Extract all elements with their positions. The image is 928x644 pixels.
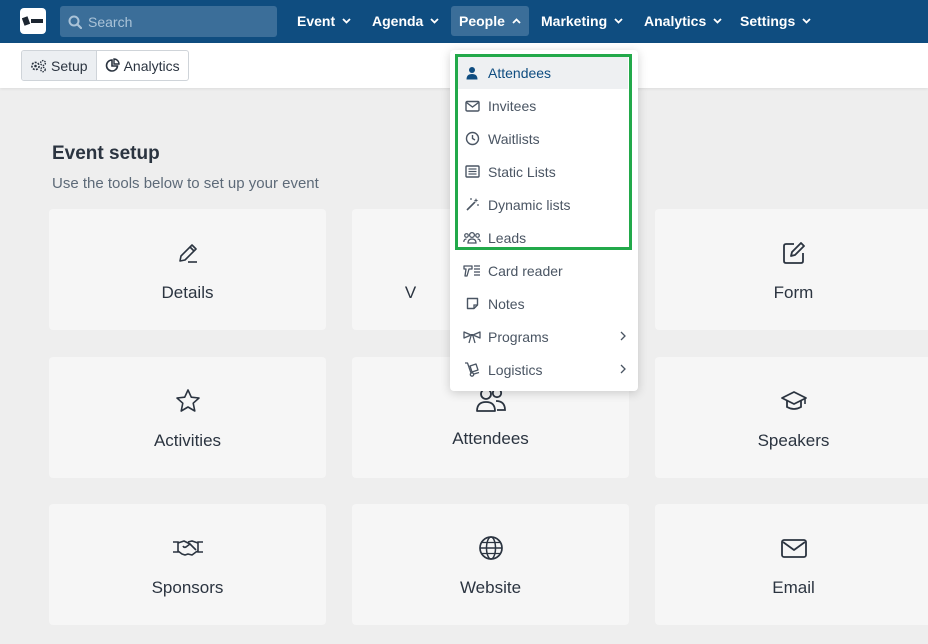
card-speakers[interactable]: Speakers [655, 357, 928, 478]
card-details-label: Details [161, 283, 214, 302]
card-email[interactable]: Email [655, 504, 928, 625]
menu-item-invitees-label: Invitees [488, 97, 537, 114]
menu-item-waitlists[interactable]: Waitlists [450, 122, 638, 155]
chevron-up-icon [512, 18, 521, 24]
note-icon [466, 297, 478, 310]
top-navigation-bar: Event Agenda People Marketing Analytics … [0, 0, 928, 43]
card-email-label: Email [772, 578, 815, 597]
pie-chart-icon [105, 58, 120, 72]
globe-icon [478, 536, 503, 560]
chevron-down-icon [802, 18, 811, 24]
star-icon [175, 389, 200, 412]
clock-icon [465, 131, 479, 146]
nav-settings[interactable]: Settings [732, 6, 819, 36]
card-website[interactable]: Website [352, 504, 629, 625]
menu-item-invitees[interactable]: Invitees [450, 89, 638, 122]
view-toggle: Setup Analytics [21, 50, 189, 81]
page-subtitle: Use the tools below to set up your event [52, 175, 319, 192]
menu-item-attendees-label: Attendees [488, 64, 552, 81]
nav-event[interactable]: Event [289, 6, 359, 36]
chevron-right-icon [620, 364, 626, 374]
nav-marketing-label: Marketing [541, 13, 608, 29]
card-website-label: Website [459, 578, 522, 597]
chevron-right-icon [620, 331, 626, 341]
gears-icon [31, 59, 47, 72]
chevron-down-icon [713, 18, 722, 24]
page-title: Event setup [52, 143, 160, 164]
card-attendees-label: Attendees [452, 429, 529, 448]
logo-icon [22, 16, 43, 26]
graduation-cap-icon [780, 391, 807, 410]
menu-item-leads-label: Leads [488, 229, 527, 246]
app-logo[interactable] [20, 8, 46, 34]
ribbon-icon [463, 330, 481, 343]
user-icon [466, 66, 478, 79]
menu-item-leads[interactable]: Leads [450, 221, 638, 254]
pencil-icon [178, 244, 197, 263]
card-reader-icon [463, 264, 480, 277]
chevron-down-icon [430, 18, 439, 24]
menu-item-notes-label: Notes [488, 295, 525, 312]
menu-item-static-lists[interactable]: Static Lists [450, 155, 638, 188]
menu-item-programs-label: Programs [488, 328, 549, 345]
menu-item-static-lists-label: Static Lists [488, 163, 556, 180]
card-activities[interactable]: Activities [49, 357, 326, 478]
tab-analytics[interactable]: Analytics [95, 51, 188, 80]
menu-item-logistics[interactable]: Logistics [450, 353, 638, 386]
nav-settings-label: Settings [740, 13, 796, 29]
nav-marketing[interactable]: Marketing [533, 6, 631, 36]
nav-people-label: People [459, 13, 505, 29]
card-sponsors-label: Sponsors [151, 578, 224, 597]
search-icon [68, 15, 82, 29]
tab-analytics-label: Analytics [123, 57, 180, 74]
magic-wand-icon [465, 198, 479, 211]
nav-event-label: Event [297, 13, 336, 29]
menu-item-notes[interactable]: Notes [450, 287, 638, 320]
tab-setup-label: Setup [51, 57, 88, 74]
card-hidden-label: V [404, 283, 417, 302]
list-icon [464, 165, 480, 178]
tab-setup[interactable]: Setup [22, 51, 96, 80]
card-details[interactable]: Details [49, 209, 326, 330]
search-input[interactable] [88, 13, 268, 30]
search-box[interactable] [60, 6, 277, 37]
envelope-icon [780, 539, 807, 558]
menu-item-card-reader[interactable]: Card reader [450, 254, 638, 287]
users-group-icon [463, 231, 481, 244]
card-form[interactable]: Form [655, 209, 928, 330]
nav-agenda-label: Agenda [372, 13, 424, 29]
menu-item-waitlists-label: Waitlists [488, 130, 540, 147]
menu-item-card-reader-label: Card reader [488, 262, 563, 279]
handshake-icon [172, 540, 203, 556]
card-sponsors[interactable]: Sponsors [49, 504, 326, 625]
dolly-icon [465, 362, 480, 377]
menu-item-logistics-label: Logistics [488, 361, 543, 378]
edit-square-icon [782, 242, 805, 264]
nav-people[interactable]: People [451, 6, 529, 36]
envelope-icon [464, 100, 480, 112]
card-activities-label: Activities [153, 431, 222, 450]
nav-agenda[interactable]: Agenda [364, 6, 447, 36]
menu-item-attendees[interactable]: Attendees [458, 56, 628, 89]
card-form-label: Form [773, 283, 814, 302]
menu-item-dynamic-lists-label: Dynamic lists [488, 196, 571, 213]
menu-item-programs[interactable]: Programs [450, 320, 638, 353]
chevron-down-icon [614, 18, 623, 24]
card-speakers-label: Speakers [757, 431, 830, 450]
menu-item-dynamic-lists[interactable]: Dynamic lists [450, 188, 638, 221]
nav-analytics-label: Analytics [644, 13, 707, 29]
people-dropdown-menu: Attendees Invitees Waitlists Static List… [450, 50, 638, 391]
nav-analytics[interactable]: Analytics [636, 6, 730, 36]
chevron-down-icon [342, 18, 351, 24]
